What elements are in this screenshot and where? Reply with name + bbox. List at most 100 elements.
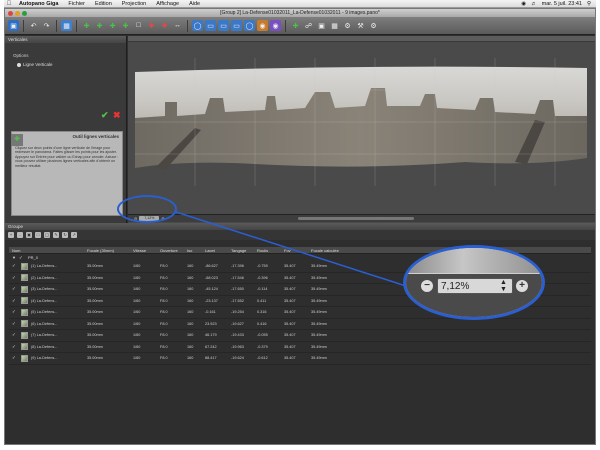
group-icon[interactable]: ▣: [26, 232, 32, 238]
window-title: [Group 2] La-Defense01032011_La-Defense0…: [220, 10, 380, 16]
menu-fichier[interactable]: Fichier: [63, 1, 90, 7]
image-name: (8) La-Defens...: [31, 344, 58, 349]
vertical-tool-icon[interactable]: ✚: [120, 20, 131, 31]
zoom-out-icon[interactable]: −: [421, 280, 433, 292]
tools-icon[interactable]: ⚒: [355, 20, 366, 31]
export-icon[interactable]: ↗: [71, 232, 77, 238]
lens-icon[interactable]: ◯: [44, 232, 50, 238]
radio-selected-icon[interactable]: [17, 62, 21, 67]
move-image-icon[interactable]: ✚: [94, 20, 105, 31]
cancel-x-icon[interactable]: ✖: [113, 110, 121, 121]
little-planet-icon[interactable]: ◯: [244, 20, 255, 31]
color-correction-icon[interactable]: ◉: [257, 20, 268, 31]
cell-yaw: -45.124: [205, 287, 218, 292]
edit-icon[interactable]: ✎: [53, 232, 59, 238]
remove-image-icon[interactable]: -: [17, 232, 23, 238]
cell-name: ✓ (9) La-Defens...: [9, 354, 87, 362]
cylindrical-projection-icon[interactable]: ▭: [205, 20, 216, 31]
zoom-stepper-icon[interactable]: ▲ ▼: [500, 279, 507, 293]
apple-icon[interactable]: : [4, 1, 14, 7]
image-thumbnail: [21, 308, 28, 316]
row-checkbox[interactable]: ✓: [12, 309, 18, 315]
disclosure-triangle-icon[interactable]: ▼: [12, 255, 16, 260]
settings-icon[interactable]: ⚙: [342, 20, 353, 31]
panorama-image[interactable]: [135, 58, 587, 186]
col-roll[interactable]: Roulis: [257, 247, 284, 253]
links-icon[interactable]: ☍: [303, 20, 314, 31]
redo-icon[interactable]: ↷: [41, 20, 52, 31]
col-focal-calc[interactable]: Focale calculée: [311, 247, 351, 253]
menu-aide[interactable]: Aide: [184, 1, 205, 7]
refresh-icon[interactable]: ↻: [62, 232, 68, 238]
menu-app[interactable]: Autopano Giga: [14, 1, 63, 7]
table-row[interactable]: ✓ (8) La-Defens... 35.00mm 1/60 F8.0 160 67.24…: [9, 342, 591, 353]
horizontal-scrollbar[interactable]: [128, 214, 595, 222]
col-iso[interactable]: Iso: [187, 247, 205, 253]
table-row[interactable]: ✓ (7) La-Defens... 35.00mm 1/60 F8.0 160 46.17…: [9, 330, 591, 342]
options-label: Options: [13, 53, 29, 58]
menu-affichage[interactable]: Affichage: [151, 1, 184, 7]
horizon-tool-icon[interactable]: ✚: [107, 20, 118, 31]
mercator-projection-icon[interactable]: ▭: [231, 20, 242, 31]
spherical-projection-icon[interactable]: ◯: [192, 20, 203, 31]
cell-yaw: 46.179: [205, 333, 217, 338]
anchor-tool-icon[interactable]: ✚: [159, 20, 170, 31]
confirm-check-icon[interactable]: ✔: [101, 110, 109, 121]
grid-icon[interactable]: ▦: [329, 20, 340, 31]
row-checkbox[interactable]: ✓: [12, 298, 18, 304]
table-row[interactable]: ✓ (6) La-Defens... 35.00mm 1/60 F8.0 160 23.92…: [9, 319, 591, 330]
planar-projection-icon[interactable]: ▭: [218, 20, 229, 31]
cell-aperture: F8.0: [160, 344, 168, 349]
main-toolbar: ▣ ↶ ↷ ▦ ✚ ✚ ✚ ✚ □ ✚ ✚ ↔ ◯ ▭ ▭ ▭ ◯ ◉ ◉ ✚ …: [5, 17, 595, 35]
ungroup-icon[interactable]: □: [35, 232, 41, 238]
color-wheel-icon[interactable]: ◉: [270, 20, 281, 31]
row-checkbox[interactable]: ✓: [12, 355, 18, 361]
center-tool-icon[interactable]: ✚: [146, 20, 157, 31]
col-pitch[interactable]: Tangage: [231, 247, 257, 253]
menu-projection[interactable]: Projection: [117, 1, 151, 7]
col-name[interactable]: Nom: [9, 247, 87, 253]
cell-speed: 1/60: [133, 287, 141, 292]
row-checkbox[interactable]: ✓: [12, 344, 18, 350]
render-icon[interactable]: ⚙: [368, 20, 379, 31]
zoom-window-icon[interactable]: [22, 10, 27, 16]
col-aperture[interactable]: Ouverture: [160, 247, 187, 253]
minimize-window-icon[interactable]: [15, 10, 20, 16]
row-checkbox[interactable]: ✓: [12, 263, 18, 269]
volume-icon[interactable]: ♬: [531, 1, 537, 7]
table-row[interactable]: ✓ (9) La-Defens... 35.00mm 1/60 F8.0 160 88.41…: [9, 353, 591, 365]
option-vertical-line[interactable]: Ligne Verticale: [17, 62, 53, 67]
crop-tool-icon[interactable]: □: [133, 20, 144, 31]
magnifier-image-strip: [406, 248, 542, 273]
col-fov[interactable]: Fov: [284, 247, 311, 253]
control-points-icon[interactable]: ✚: [290, 20, 301, 31]
cell-aperture: F8.0: [160, 310, 168, 315]
wifi-icon[interactable]: ◉: [521, 1, 526, 7]
row-checkbox[interactable]: ✓: [12, 286, 18, 292]
save-icon[interactable]: ▣: [8, 20, 19, 31]
group-checkbox[interactable]: ✓: [19, 255, 25, 261]
cell-roll: 0.411: [257, 298, 267, 303]
col-yaw[interactable]: Lacet: [205, 247, 231, 253]
menu-edition[interactable]: Edition: [90, 1, 117, 7]
close-window-icon[interactable]: [8, 10, 13, 16]
col-speed[interactable]: Vitesse: [133, 247, 160, 253]
cell-roll: -0.612: [257, 356, 268, 361]
undo-icon[interactable]: ↶: [28, 20, 39, 31]
row-checkbox[interactable]: ✓: [12, 275, 18, 281]
masking-icon[interactable]: ▣: [316, 20, 327, 31]
col-focal[interactable]: Focale (35mm): [87, 247, 133, 253]
help-box: Outil lignes verticales Cliquez sur deux…: [11, 131, 123, 216]
row-checkbox[interactable]: ✓: [12, 321, 18, 327]
row-checkbox[interactable]: ✓: [12, 332, 18, 338]
panorama-viewport[interactable]: ⊖ 7,12% ⊕: [128, 36, 595, 223]
add-image-icon[interactable]: +: [8, 232, 14, 238]
layers-icon[interactable]: ▦: [61, 20, 72, 31]
move-tool-icon[interactable]: ✚: [81, 20, 92, 31]
expand-icon[interactable]: ↔: [172, 20, 183, 31]
cell-focal: 35.00mm: [87, 264, 103, 269]
spotlight-icon[interactable]: ⚲: [587, 1, 591, 7]
zoom-in-icon[interactable]: +: [516, 280, 528, 292]
scrollbar-thumb[interactable]: [298, 217, 414, 220]
menu-clock[interactable]: mar. 5 juil. 23:41: [542, 1, 582, 7]
